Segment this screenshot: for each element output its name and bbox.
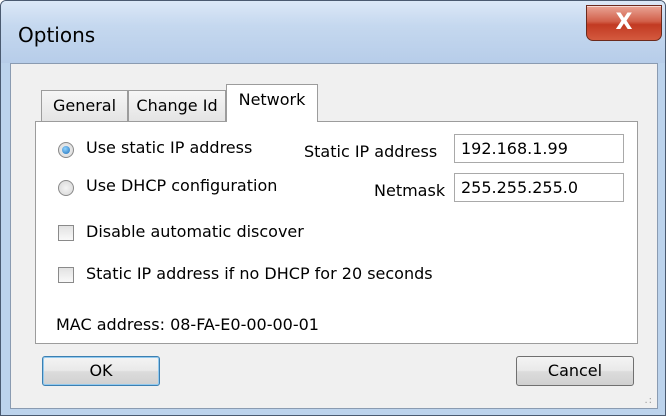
static-fallback-label[interactable]: Static IP address if no DHCP for 20 seco… (86, 264, 433, 283)
static-ip-label: Static IP address (304, 142, 438, 161)
tab-network-label: Network (238, 90, 306, 109)
title-bar[interactable]: Options X (1, 1, 665, 63)
netmask-input[interactable] (454, 173, 624, 202)
network-panel: Use static IP address Use DHCP configura… (35, 121, 638, 344)
dialog-client-area: General Change Id Network Use static IP … (10, 63, 658, 409)
dhcp-radio[interactable] (58, 180, 74, 196)
window-title: Options (18, 23, 96, 47)
radio-selected-dot (62, 146, 70, 154)
dhcp-radio-label[interactable]: Use DHCP configuration (86, 176, 277, 195)
ok-button[interactable]: OK (42, 356, 160, 386)
static-ip-radio[interactable] (58, 142, 74, 158)
cancel-button[interactable]: Cancel (516, 356, 634, 386)
static-fallback-checkbox[interactable] (58, 267, 74, 283)
cancel-button-label: Cancel (547, 361, 603, 380)
options-dialog: Options X General Change Id Network Use … (0, 0, 666, 416)
static-ip-input[interactable] (454, 134, 624, 163)
resize-grip-icon[interactable]: .: (644, 396, 653, 406)
static-ip-radio-label[interactable]: Use static IP address (86, 138, 252, 157)
tab-network[interactable]: Network (226, 84, 318, 122)
tab-change-id[interactable]: Change Id (128, 90, 226, 121)
disable-discover-checkbox[interactable] (58, 225, 74, 241)
ok-button-label: OK (89, 361, 113, 380)
tab-change-id-label: Change Id (136, 96, 218, 115)
tab-general-label: General (52, 96, 117, 115)
close-icon: X (615, 10, 633, 35)
mac-address-text: MAC address: 08-FA-E0-00-00-01 (56, 315, 319, 334)
disable-discover-label[interactable]: Disable automatic discover (86, 222, 304, 241)
close-button[interactable]: X (586, 5, 662, 41)
tab-general[interactable]: General (41, 90, 128, 121)
netmask-label: Netmask (374, 181, 446, 200)
